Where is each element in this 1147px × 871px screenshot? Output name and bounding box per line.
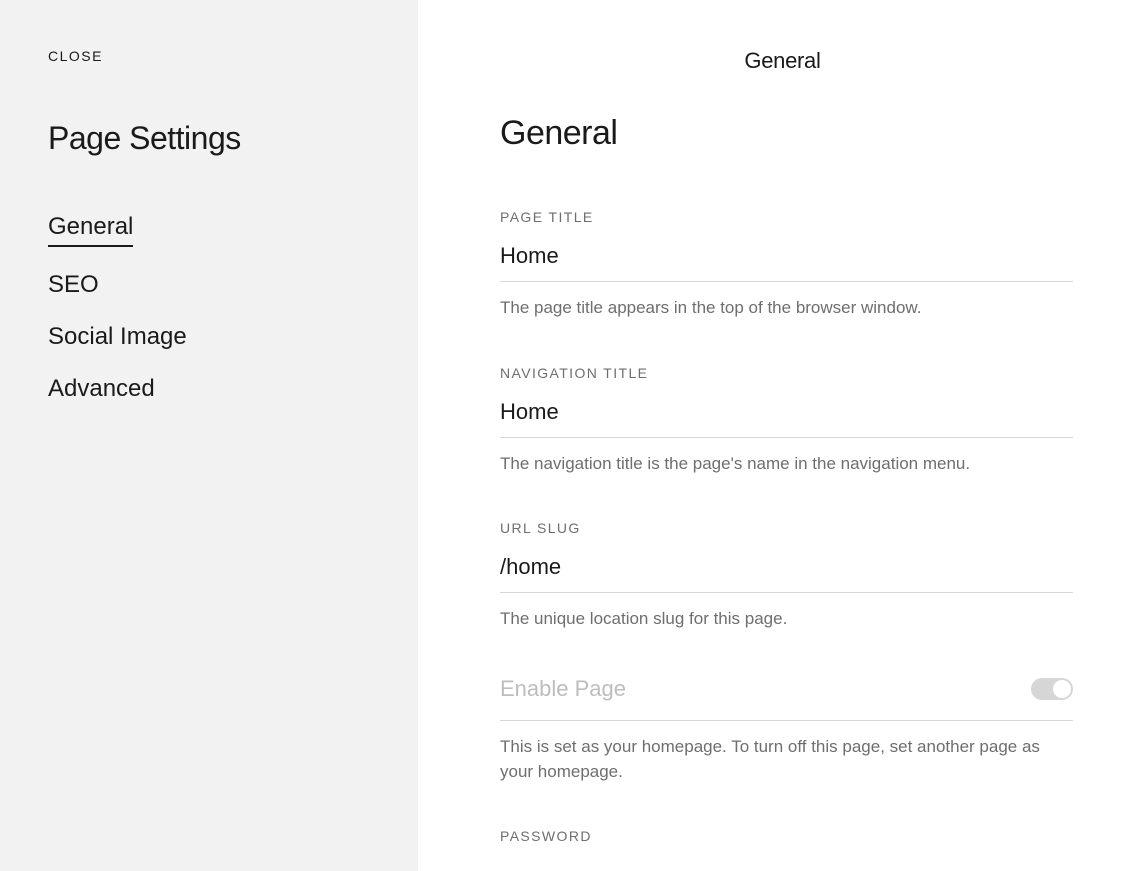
- password-label: PASSWORD: [500, 828, 1073, 844]
- toggle-knob-icon: [1053, 680, 1071, 698]
- navigation-title-help: The navigation title is the page's name …: [500, 452, 1073, 477]
- sidebar-title: Page Settings: [48, 120, 370, 157]
- url-slug-label: URL SLUG: [500, 520, 1073, 536]
- field-navigation-title: NAVIGATION TITLE The navigation title is…: [500, 365, 1073, 477]
- field-page-title: PAGE TITLE The page title appears in the…: [500, 209, 1073, 321]
- close-button[interactable]: CLOSE: [48, 48, 370, 64]
- navigation-title-label: NAVIGATION TITLE: [500, 365, 1073, 381]
- page-title-label: PAGE TITLE: [500, 209, 1073, 225]
- section-heading: General: [500, 114, 1073, 153]
- settings-sidebar: CLOSE Page Settings General SEO Social I…: [0, 0, 418, 871]
- page-title-input[interactable]: [500, 243, 1073, 282]
- main-panel: General General PAGE TITLE The page titl…: [418, 0, 1147, 871]
- sidebar-item-advanced[interactable]: Advanced: [48, 375, 155, 403]
- enable-page-label: Enable Page: [500, 676, 626, 702]
- enable-page-row: Enable Page: [500, 676, 1073, 721]
- page-title-help: The page title appears in the top of the…: [500, 296, 1073, 321]
- main-body: General PAGE TITLE The page title appear…: [418, 74, 1147, 871]
- field-enable-page: Enable Page This is set as your homepage…: [500, 676, 1073, 784]
- url-slug-input[interactable]: [500, 554, 1073, 593]
- enable-page-help: This is set as your homepage. To turn of…: [500, 735, 1073, 784]
- sidebar-item-seo[interactable]: SEO: [48, 271, 99, 299]
- enable-page-toggle[interactable]: [1031, 678, 1073, 700]
- main-header-title: General: [418, 0, 1147, 74]
- sidebar-item-general[interactable]: General: [48, 213, 133, 247]
- url-slug-help: The unique location slug for this page.: [500, 607, 1073, 632]
- sidebar-item-social-image[interactable]: Social Image: [48, 323, 187, 351]
- navigation-title-input[interactable]: [500, 399, 1073, 438]
- field-password: PASSWORD: [500, 828, 1073, 844]
- field-url-slug: URL SLUG The unique location slug for th…: [500, 520, 1073, 632]
